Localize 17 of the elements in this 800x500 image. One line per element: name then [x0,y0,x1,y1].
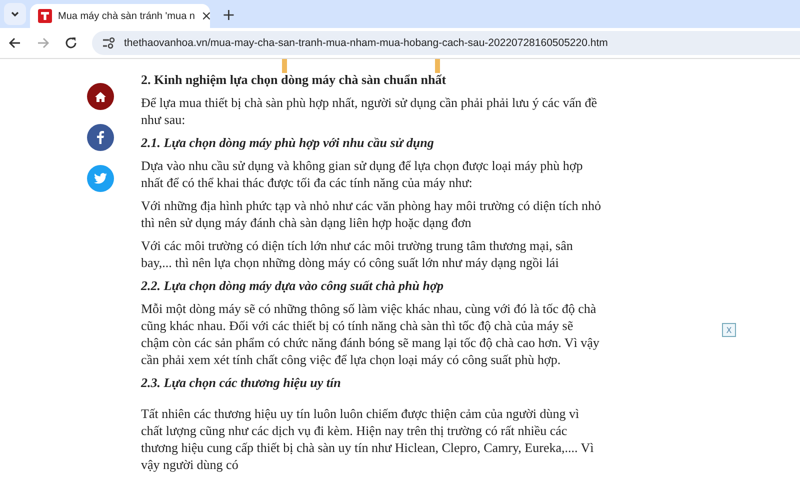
paragraph: Để lựa mua thiết bị chà sàn phù hợp nhất, người sử dụng cần phải phải lưu ý các vấn đề như sau: [141,94,598,128]
ad-close-button[interactable]: X [722,323,736,337]
close-tab-button[interactable]: × [200,10,212,22]
tab-title: Mua máy chà sàn tránh 'mua n [58,10,195,22]
subsection-heading: 2.3. Lựa chọn các thương hiệu uy tín [141,374,342,391]
section-heading: 2. Kinh nghiệm lựa chọn dòng máy chà sàn chuẩn nhất [141,71,448,88]
paragraph: Dựa vào nhu cầu sử dụng và không gian sử dụng để lựa chọn được loại máy phù hợp nhất để có thể khai thác được tối đa các tính năng của máy như: [141,157,584,191]
paragraph: Với những địa hình phức tạp và nhỏ như các văn phòng hay môi trường có diện tích nhỏ thì nên sử dụng máy đánh chà sàn dạng liên hợp hoặc dạng đơn [141,197,602,231]
paragraph: Mỗi một dòng máy sẽ có những thông số làm việc khác nhau, cùng với đó là tốc độ chà cũng khác nhau. Đối với các thiết bị có tính năng chà sàn thì tốc độ chà của máy sẽ chậm còn các sản phẩm có chức năng đánh bóng sẽ mang lại tốc độ chà cao hơn. Vì vậy cần phải xem xét tính chất công việc để lựa chọn loại máy có công suất phù hợp. [141,300,600,368]
subsection-heading: 2.2. Lựa chọn dòng máy dựa vào công suất chà phù hợp [141,277,444,294]
paragraph: Tất nhiên các thương hiệu uy tín luôn luôn chiếm được thiện cảm của người dùng vì chất lượng cũng như các dịch vụ đi kèm. Hiện nay trên thị trường có rất nhiều các thương hiệu cung cấp thiết bị chà sàn uy tín như Hiclean, Clepro, Camry, Eureka,.... Vì vậy người dùng có [141,405,595,473]
subsection-heading: 2.1. Lựa chọn dòng máy phù hợp với nhu cầu sử dụng [141,134,435,151]
browser-tab[interactable]: Mua máy chà sàn tránh 'mua n × [30,4,210,28]
paragraph: Với các môi trường có diện tích lớn như các môi trường trung tâm thương mại, sân bay,... thì nên lựa chọn những dòng máy có công suất lớn như máy dạng ngồi lái [141,237,574,271]
url-text: thethaovanhoa.vn/mua-may-cha-san-tranh-mua-nham-mua-hobang-cach-sau-20220728160505220.htm [124,37,608,49]
new-tab-button[interactable]: + [222,7,236,23]
address-bar[interactable]: thethaovanhoa.vn/mua-may-cha-san-tranh-mua-nham-mua-hobang-cach-sau-20220728160505220.htm [92,31,800,55]
